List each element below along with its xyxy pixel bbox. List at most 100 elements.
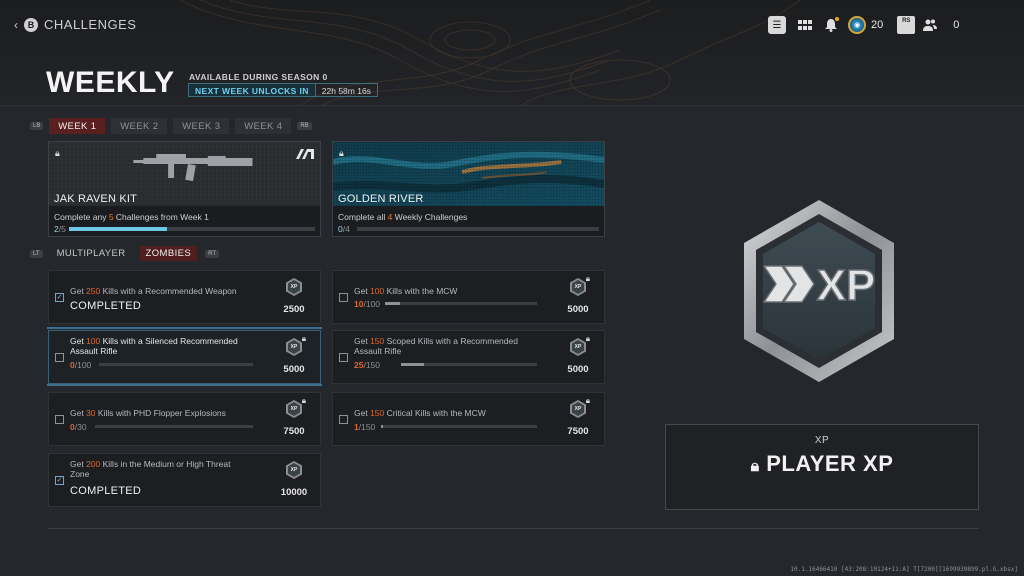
challenge-text: Get 150 Scoped Kills with a Recommended … <box>354 336 518 356</box>
xp-reward: XP 5000 <box>278 338 310 375</box>
tab-zombies[interactable]: ZOMBIES <box>139 246 198 261</box>
breadcrumb: CHALLENGES <box>44 17 137 32</box>
unlock-label: NEXT WEEK UNLOCKS IN <box>189 84 315 96</box>
challenge-text: Get 100 Kills with the MCW <box>354 286 458 296</box>
checkbox-icon <box>55 353 64 362</box>
rb-key-icon[interactable]: RB <box>297 122 312 130</box>
checkbox-checked-icon: ✓ <box>55 293 64 302</box>
tab-week-2[interactable]: WEEK 2 <box>111 118 168 134</box>
bell-icon[interactable] <box>822 16 840 34</box>
availability-text: AVAILABLE DURING SEASON 0 <box>189 72 328 82</box>
challenge-progress-bar <box>95 425 253 428</box>
checkbox-icon <box>339 353 348 362</box>
reward-description: Complete any 5 Challenges from Week 1 <box>54 212 209 222</box>
xp-value: 10000 <box>280 487 308 498</box>
xp-reward: XP 5000 <box>562 278 594 315</box>
reward-progress: 0/4 <box>338 224 350 234</box>
cod-points-value: 20 <box>871 19 884 31</box>
xp-value: 5000 <box>567 304 589 315</box>
chevron-left-icon: ‹ <box>14 17 18 32</box>
xp-icon: XP <box>570 338 586 356</box>
challenge-progress-bar <box>99 363 253 366</box>
xp-icon: XP <box>286 338 302 356</box>
xp-icon: XP <box>286 461 302 479</box>
cod-points-icon: ◉ <box>848 16 866 34</box>
challenge-card[interactable]: 🔒︎ Get 150 Scoped Kills with a Recommend… <box>332 330 605 384</box>
lock-icon: 🔒︎ <box>55 148 60 158</box>
lock-icon: 🔒︎ <box>750 458 760 475</box>
challenge-progress-bar <box>401 363 537 366</box>
reward-progress-bar <box>357 227 599 231</box>
top-bar: ‹ B CHALLENGES WEEKLY AVAILABLE DURING S… <box>0 0 1024 106</box>
xp-reward: XP 5000 <box>562 338 594 375</box>
xp-reward: XP 2500 <box>278 278 310 315</box>
detail-label: XP <box>814 435 830 446</box>
lt-key-icon[interactable]: LT <box>30 249 43 258</box>
back-button[interactable]: ‹ B CHALLENGES <box>14 17 136 32</box>
week-tabs: LB WEEK 1 WEEK 2 WEEK 3 WEEK 4 RB <box>30 118 312 134</box>
challenge-text: Get 30 Kills with PHD Flopper Explosions <box>70 408 226 418</box>
reward-progress-bar <box>69 227 315 231</box>
xp-reward: XP 7500 <box>278 400 310 437</box>
xp-icon: XP <box>286 400 302 418</box>
reward-name: GOLDEN RIVER <box>338 193 424 205</box>
rt-key-icon[interactable]: RT <box>205 249 219 258</box>
challenge-card-selected[interactable]: 🔒︎ Get 100 Kills with a Silenced Recomme… <box>48 330 321 384</box>
page-title: WEEKLY <box>46 66 175 99</box>
challenge-card[interactable]: 🔒︎ Get 100 Kills with the MCW 10/100 XP … <box>332 270 605 324</box>
unlock-countdown: 22h 58m 16s <box>314 84 377 96</box>
unlock-timer: NEXT WEEK UNLOCKS IN 22h 58m 16s <box>188 83 378 97</box>
mode-tabs: LT MULTIPLAYER ZOMBIES RT <box>30 246 219 261</box>
tab-multiplayer[interactable]: MULTIPLAYER <box>51 246 132 261</box>
xp-value: 5000 <box>567 364 589 375</box>
challenge-status: COMPLETED <box>70 300 142 312</box>
xp-badge-icon: XP <box>744 200 894 382</box>
challenge-count: 0/100 <box>70 360 92 370</box>
challenge-text: Get 100 Kills with a Silenced Recommende… <box>70 336 238 356</box>
challenge-text: Get 150 Critical Kills with the MCW <box>354 408 486 418</box>
xp-value: 2500 <box>283 304 305 315</box>
xp-value: 5000 <box>283 364 305 375</box>
challenge-progress-bar <box>385 302 537 305</box>
rs-button-icon[interactable]: RS <box>897 16 916 34</box>
checkbox-icon <box>339 293 348 302</box>
party-icon[interactable] <box>921 16 939 34</box>
lock-icon: 🔒︎ <box>339 148 344 158</box>
detail-title: 🔒︎ PLAYER XP <box>750 451 894 476</box>
checkbox-icon <box>55 415 64 424</box>
divider <box>48 528 979 529</box>
challenge-count: 10/100 <box>354 299 381 309</box>
checkbox-icon <box>339 415 348 424</box>
selection-highlight <box>47 327 322 329</box>
xp-icon: XP <box>286 278 302 296</box>
xp-value: 7500 <box>567 426 589 437</box>
tab-week-4[interactable]: WEEK 4 <box>235 118 292 134</box>
selection-highlight <box>47 384 322 386</box>
grid-icon[interactable] <box>796 16 814 34</box>
challenge-count: 0/30 <box>70 422 87 432</box>
challenge-count: 25/150 <box>354 360 381 370</box>
menu-icon[interactable]: ☰ <box>768 16 786 34</box>
reward-description: Complete all 4 Weekly Challenges <box>338 212 468 222</box>
lb-key-icon[interactable]: LB <box>30 122 44 130</box>
xp-value: 7500 <box>283 426 305 437</box>
challenge-progress-bar <box>381 425 537 428</box>
challenge-card[interactable]: ✓ Get 200 Kills in the Medium or High Th… <box>48 453 321 507</box>
challenge-card[interactable]: ✓ Get 250 Kills with a Recommended Weapo… <box>48 270 321 324</box>
reward-detail-panel: XP 🔒︎ PLAYER XP <box>665 424 979 510</box>
reward-progress: 2/5 <box>54 224 66 234</box>
checkbox-checked-icon: ✓ <box>55 476 64 485</box>
party-count: 0 <box>953 19 960 31</box>
brand-logo-icon <box>296 149 314 159</box>
reward-card-jak-raven-kit[interactable]: 🔒︎ JAK RAVEN KIT Complete any 5 Challeng… <box>48 141 321 237</box>
reward-card-golden-river[interactable]: 🔒︎ GOLDEN RIVER Complete all 4 Weekly Ch… <box>332 141 605 237</box>
challenge-status: COMPLETED <box>70 485 142 497</box>
challenge-text: Get 250 Kills with a Recommended Weapon <box>70 286 237 296</box>
build-info: 10.1.16466410 [43:208:10124+11:A] T[7200… <box>790 566 1018 573</box>
challenge-card[interactable]: 🔒︎ Get 30 Kills with PHD Flopper Explosi… <box>48 392 321 446</box>
xp-icon: XP <box>570 400 586 418</box>
tab-week-1[interactable]: WEEK 1 <box>49 118 106 134</box>
challenge-card[interactable]: 🔒︎ Get 150 Critical Kills with the MCW 1… <box>332 392 605 446</box>
xp-reward: XP 10000 <box>278 461 310 498</box>
tab-week-3[interactable]: WEEK 3 <box>173 118 230 134</box>
